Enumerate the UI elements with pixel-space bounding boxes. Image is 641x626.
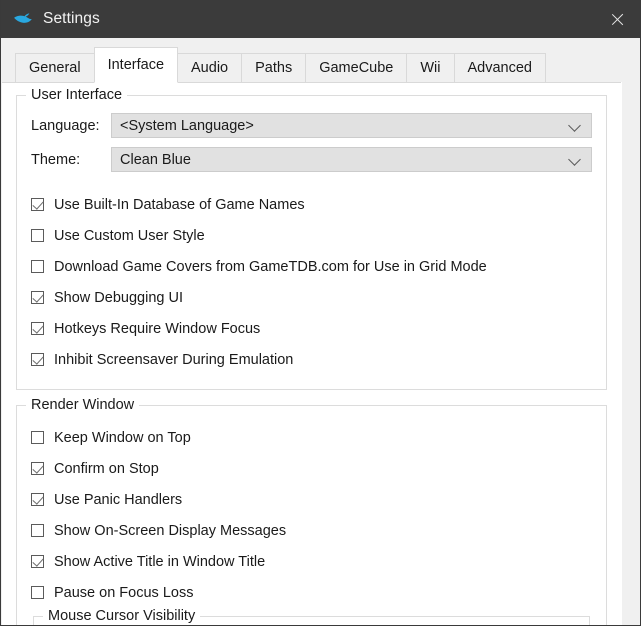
checkbox-label: Use Custom User Style	[54, 227, 205, 244]
checkbox-checked-icon	[31, 493, 44, 506]
chevron-down-icon	[569, 153, 582, 166]
vertical-scrollbar[interactable]	[621, 82, 640, 625]
group-mouse-cursor-visibility: Mouse Cursor Visibility	[33, 608, 590, 625]
checkbox-label: Show Debugging UI	[54, 289, 183, 306]
groups-host: User Interface Language: <System Language>…	[2, 83, 621, 625]
checkbox-show-on-screen-display-messages[interactable]: Show On-Screen Display Messages	[31, 515, 592, 546]
checkbox-show-debugging-ui[interactable]: Show Debugging UI	[31, 282, 592, 313]
form-row: Theme: Clean Blue	[31, 146, 592, 173]
checkbox-unchecked-icon	[31, 431, 44, 444]
title-bar: Settings	[1, 0, 640, 38]
checkbox-unchecked-icon	[31, 229, 44, 242]
checkbox-unchecked-icon	[31, 260, 44, 273]
checkbox-unchecked-icon	[31, 524, 44, 537]
checkbox-label: Inhibit Screensaver During Emulation	[54, 351, 294, 368]
dolphin-logo-icon	[12, 8, 34, 30]
combobox-value: Clean Blue	[120, 151, 191, 168]
tab-general[interactable]: General	[15, 53, 95, 82]
checkbox-confirm-on-stop[interactable]: Confirm on Stop	[31, 453, 592, 484]
group-render-window: Render Window Keep Window on Top Confirm o…	[16, 397, 607, 625]
tab-gamecube[interactable]: GameCube	[305, 53, 408, 82]
checkbox-use-panic-handlers[interactable]: Use Panic Handlers	[31, 484, 592, 515]
combobox-theme[interactable]: Clean Blue	[111, 147, 592, 172]
chevron-down-icon	[569, 119, 582, 132]
combobox-language[interactable]: <System Language>	[111, 113, 592, 138]
checkbox-use-custom-user-style[interactable]: Use Custom User Style	[31, 220, 592, 251]
tab-interface[interactable]: Interface	[93, 47, 179, 83]
checkbox-hotkeys-require-window-focus[interactable]: Hotkeys Require Window Focus	[31, 313, 592, 344]
group-user-interface: User Interface Language: <System Language>…	[16, 87, 607, 390]
checkbox-label: Use Built-In Database of Game Names	[54, 196, 305, 213]
field-label: Theme:	[31, 151, 81, 168]
tab-paths[interactable]: Paths	[241, 53, 307, 82]
checkbox-checked-icon	[31, 353, 44, 366]
group-title: Mouse Cursor Visibility	[43, 608, 201, 624]
tab-advanced[interactable]: Advanced	[453, 53, 546, 82]
settings-content-panel: User Interface Language: <System Language>…	[2, 82, 621, 625]
checkbox-label: Confirm on Stop	[54, 460, 159, 477]
checkbox-label: Show On-Screen Display Messages	[54, 522, 287, 539]
tab-bar: General Interface Audio Paths GameCube Wii Adv…	[1, 38, 640, 83]
checkbox-label: Pause on Focus Loss	[54, 584, 194, 601]
close-icon	[610, 12, 625, 27]
checkbox-label: Keep Window on Top	[54, 429, 191, 446]
group-title: Render Window	[26, 397, 140, 413]
group-title: User Interface	[26, 87, 128, 103]
combobox-value: <System Language>	[120, 117, 254, 134]
checkbox-pause-on-focus-loss[interactable]: Pause on Focus Loss	[31, 577, 592, 608]
tab-strip: General Interface Audio Paths GameCube Wii Adv…	[15, 46, 640, 83]
checkbox-label: Download Game Covers from GameTDB.com fo…	[54, 258, 487, 275]
checkbox-label: Use Panic Handlers	[54, 491, 183, 508]
checkbox-unchecked-icon	[31, 586, 44, 599]
field-label: Language:	[31, 117, 100, 134]
checkbox-keep-window-on-top[interactable]: Keep Window on Top	[31, 422, 592, 453]
checkbox-use-built-in-database-of-game-names[interactable]: Use Built-In Database of Game Names	[31, 189, 592, 220]
checkbox-checked-icon	[31, 198, 44, 211]
checkbox-inhibit-screensaver-during-emulation[interactable]: Inhibit Screensaver During Emulation	[31, 344, 592, 375]
checkbox-checked-icon	[31, 462, 44, 475]
checkbox-download-game-covers-from-gametdb-com-for-use-in-grid-mode[interactable]: Download Game Covers from GameTDB.com fo…	[31, 251, 592, 282]
settings-window: Settings General Interface Audio Paths GameC…	[0, 0, 641, 626]
form-row: Language: <System Language>	[31, 112, 592, 139]
window-title: Settings	[43, 10, 100, 27]
close-button[interactable]	[594, 0, 640, 38]
checkbox-show-active-title-in-window-title[interactable]: Show Active Title in Window Title	[31, 546, 592, 577]
scrollbar-thumb[interactable]	[622, 82, 640, 382]
checkbox-checked-icon	[31, 555, 44, 568]
checkbox-label: Hotkeys Require Window Focus	[54, 320, 261, 337]
tab-wii[interactable]: Wii	[406, 53, 455, 82]
tab-audio[interactable]: Audio	[177, 53, 243, 82]
checkbox-label: Show Active Title in Window Title	[54, 553, 266, 570]
checkbox-checked-icon	[31, 322, 44, 335]
checkbox-checked-icon	[31, 291, 44, 304]
